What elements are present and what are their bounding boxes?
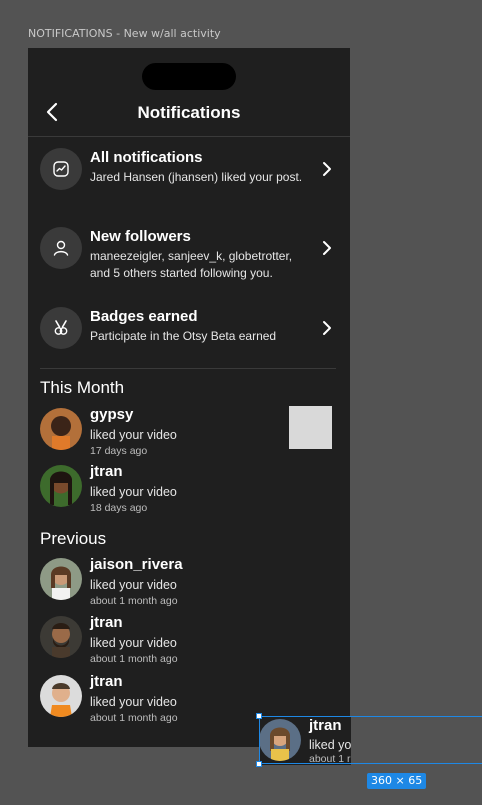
- timestamp: about 1 month ago: [90, 653, 178, 665]
- activity-icon: [40, 148, 82, 190]
- summary-desc: Jared Hansen (jhansen) liked your post.: [90, 170, 303, 184]
- username[interactable]: jtran: [90, 614, 123, 631]
- username[interactable]: gypsy: [90, 406, 133, 423]
- section-title-this-month: This Month: [40, 378, 125, 397]
- chevron-right-icon[interactable]: [320, 239, 334, 257]
- avatar[interactable]: [40, 616, 82, 658]
- username[interactable]: jtran: [90, 463, 123, 480]
- summary-desc: Participate in the Otsy Beta earned: [90, 329, 277, 343]
- action-text: liked your video: [90, 636, 177, 650]
- resize-handle-top-left[interactable]: [256, 713, 262, 719]
- avatar[interactable]: [40, 675, 82, 717]
- section-divider: [40, 368, 336, 369]
- action-text: liked your video: [90, 578, 177, 592]
- chevron-right-icon[interactable]: [320, 160, 334, 178]
- chevron-right-icon[interactable]: [320, 319, 334, 337]
- notification-item[interactable]: jtran liked your video about 1 month ago: [28, 614, 350, 666]
- nav-header: Notifications: [28, 94, 350, 137]
- avatar[interactable]: [40, 465, 82, 507]
- user-icon: [40, 227, 82, 269]
- size-badge: 360 × 65: [367, 773, 427, 789]
- medal-icon: [40, 307, 82, 349]
- avatar[interactable]: [40, 408, 82, 450]
- summary-title: New followers: [90, 228, 191, 245]
- username[interactable]: jtran: [90, 673, 123, 690]
- notification-item[interactable]: jaison_rivera liked your video about 1 m…: [28, 556, 350, 608]
- badges-earned-row[interactable]: Badges earned Participate in the Otsy Be…: [28, 307, 350, 349]
- timestamp: 18 days ago: [90, 502, 148, 514]
- frame-label: NOTIFICATIONS - New w/all activity: [28, 27, 221, 40]
- action-text: liked your video: [90, 485, 177, 499]
- timestamp: about 1 month ago: [90, 595, 178, 607]
- notification-item[interactable]: jtran liked your video 18 days ago: [28, 463, 350, 515]
- selection-box: [259, 716, 482, 764]
- resize-handle-bottom-left[interactable]: [256, 761, 262, 767]
- summary-desc: maneezeigler, sanjeev_k, globetrotter, a…: [90, 249, 293, 280]
- timestamp: about 1 month ago: [90, 712, 178, 724]
- username[interactable]: jaison_rivera: [90, 556, 183, 573]
- action-text: liked your video: [90, 428, 177, 442]
- phone-frame: Notifications All notifications Jared Ha…: [28, 48, 350, 747]
- avatar[interactable]: [40, 558, 82, 600]
- summary-title: All notifications: [90, 149, 203, 166]
- page-title: Notifications: [137, 103, 241, 122]
- new-followers-row[interactable]: New followers maneezeigler, sanjeev_k, g…: [28, 227, 350, 280]
- timestamp: 17 days ago: [90, 445, 148, 457]
- action-text: liked your video: [90, 695, 177, 709]
- section-title-previous: Previous: [40, 529, 107, 548]
- video-thumbnail[interactable]: [289, 406, 332, 449]
- summary-title: Badges earned: [90, 308, 198, 325]
- device-notch: [142, 63, 236, 90]
- all-notifications-row[interactable]: All notifications Jared Hansen (jhansen)…: [28, 148, 350, 190]
